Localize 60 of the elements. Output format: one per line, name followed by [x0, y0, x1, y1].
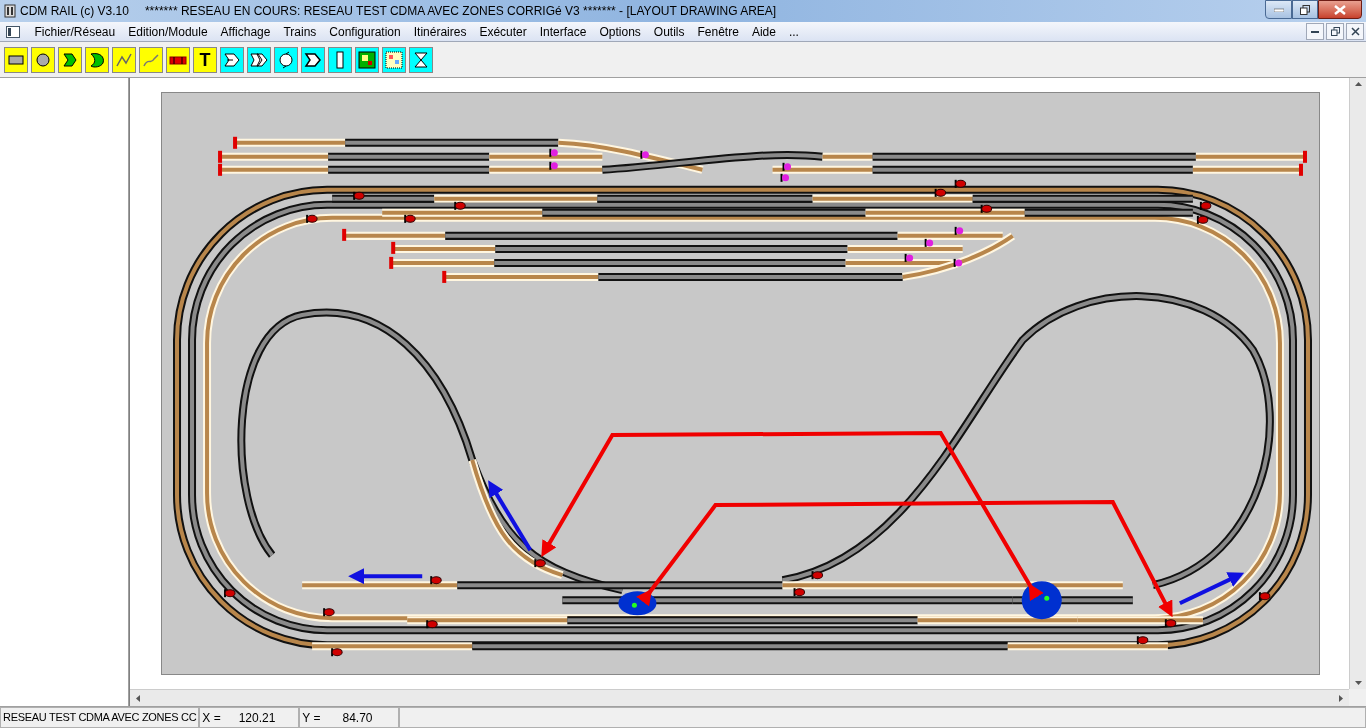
menu-item[interactable]: Fichier/Réseau — [28, 22, 122, 41]
child-restore-button[interactable] — [1326, 23, 1344, 40]
tool-button[interactable] — [31, 46, 55, 73]
y-label: Y = — [302, 709, 321, 727]
tool-button[interactable] — [166, 46, 190, 73]
menu-item[interactable]: Options — [592, 22, 648, 41]
circle-icon — [34, 50, 52, 69]
app-title: CDM RAIL (c) V3.10 — [20, 3, 129, 20]
vertical-scrollbar[interactable] — [1349, 78, 1366, 689]
minimize-icon — [1311, 30, 1319, 33]
x-value: 120.21 — [238, 709, 276, 727]
double-chevron-icon — [250, 50, 268, 69]
tool-button[interactable] — [85, 46, 109, 73]
down-arrow-icon — [1354, 681, 1362, 685]
loop-icon — [277, 50, 295, 69]
menu-item[interactable]: Fenêtre — [691, 22, 746, 41]
menu-item[interactable]: Interface — [533, 22, 593, 41]
restore-icon — [1330, 27, 1340, 36]
maximize-button[interactable] — [1292, 0, 1318, 19]
network-name: RESEAU TEST CDMA AVEC ZONES CC — [0, 707, 200, 728]
up-arrow-icon — [1354, 82, 1362, 86]
child-close-button[interactable] — [1346, 23, 1364, 40]
menu-item[interactable]: Affichage — [214, 22, 277, 41]
tool-button[interactable] — [301, 46, 325, 73]
minimize-icon — [1273, 7, 1284, 12]
hourglass-icon — [412, 50, 430, 69]
left-arrow-icon — [136, 694, 140, 702]
menu-item[interactable]: Exécuter — [472, 22, 534, 41]
close-button[interactable] — [1318, 0, 1362, 19]
menu-item[interactable]: Aide — [745, 22, 783, 41]
tool-button[interactable] — [274, 46, 298, 73]
chevron-icon — [304, 50, 322, 69]
y-value: 84.70 — [342, 709, 373, 727]
x-label: X = — [202, 709, 221, 727]
tool-button[interactable] — [58, 46, 82, 73]
crescent-icon — [88, 50, 106, 69]
horizontal-scrollbar[interactable] — [130, 689, 1349, 706]
tool-button[interactable] — [220, 46, 244, 73]
right-arrow-icon — [1339, 694, 1343, 702]
minimize-button[interactable] — [1265, 0, 1292, 19]
menu-item[interactable]: Itinéraires — [407, 22, 473, 41]
curve-icon — [61, 50, 79, 69]
window-title: ******* RESEAU EN COURS: RESEAU TEST CDMA AVEC ZONES CORRIGé V3 ******* - [LAYOUT DRAWING AREA] — [144, 3, 777, 20]
child-minimize-button[interactable] — [1306, 23, 1324, 40]
station-icon — [358, 50, 376, 69]
menu-item[interactable]: Trains — [276, 22, 323, 41]
close-icon — [1350, 27, 1360, 36]
tool-button[interactable] — [4, 46, 28, 73]
menu-item[interactable]: Outils — [647, 22, 691, 41]
menu-item[interactable]: Edition/Module — [121, 22, 215, 41]
menu-item[interactable]: Configuration — [322, 22, 408, 41]
tool-button[interactable] — [355, 46, 379, 73]
tool-button[interactable] — [247, 46, 271, 73]
tool-button[interactable] — [409, 46, 433, 73]
chevron-arrow-icon — [223, 50, 241, 69]
dotted-square-icon — [385, 50, 403, 69]
close-icon — [1334, 4, 1346, 15]
restore-icon — [1300, 4, 1310, 15]
text-tool-button[interactable]: T — [193, 46, 217, 73]
menu-item[interactable]: ... — [782, 22, 806, 41]
